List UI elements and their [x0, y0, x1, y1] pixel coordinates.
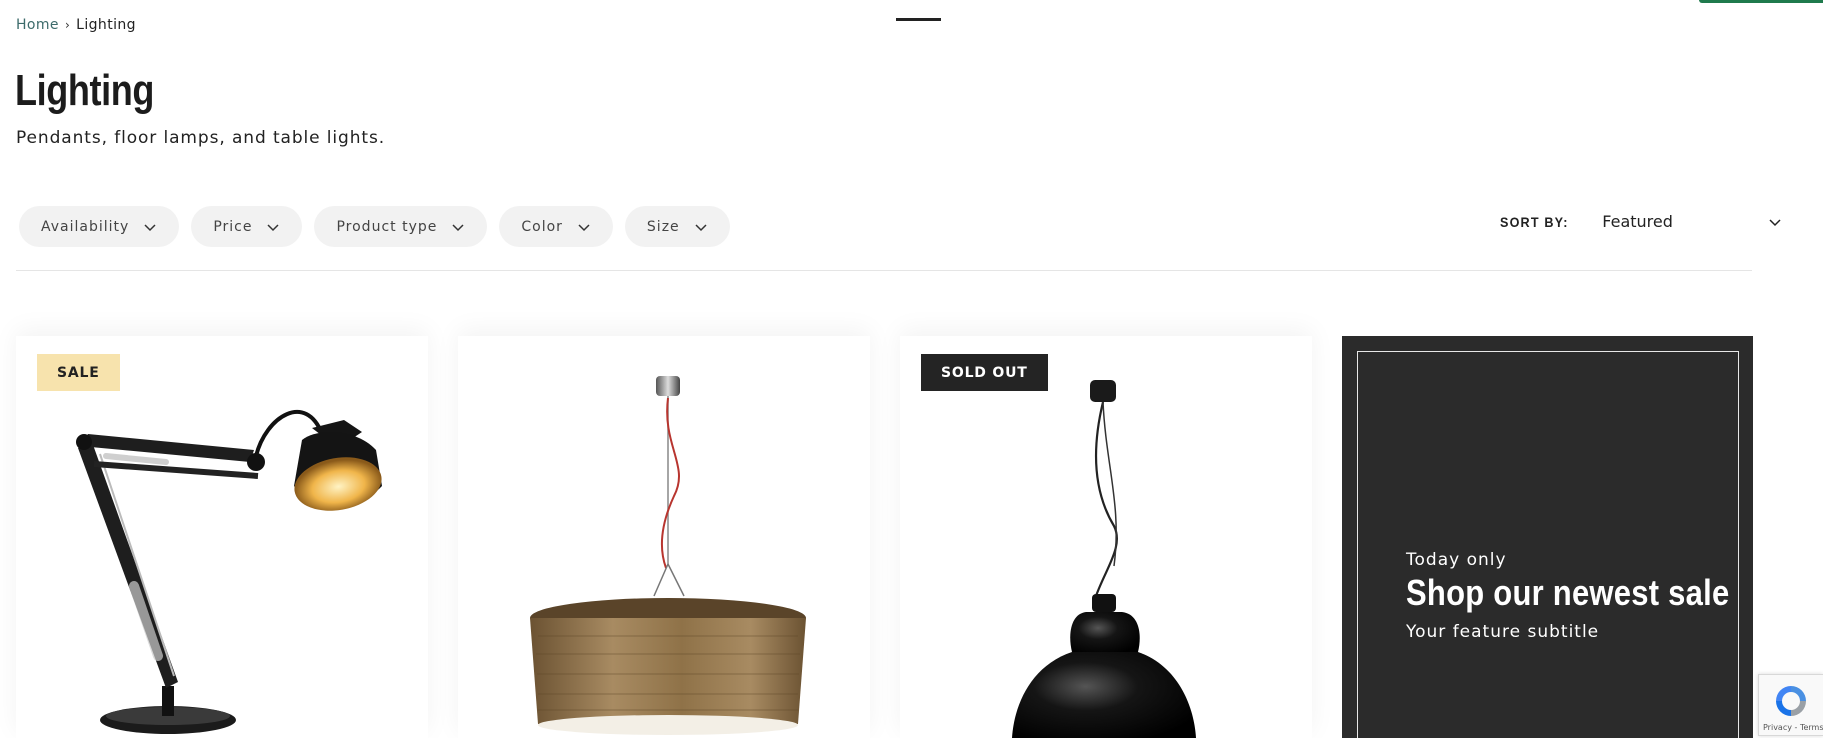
- sort-selected-value: Featured: [1602, 212, 1673, 231]
- filter-availability[interactable]: Availability: [19, 206, 180, 247]
- black-pendant-lamp-image: [1012, 380, 1196, 738]
- filter-divider: [16, 270, 1752, 271]
- breadcrumb-separator: ›: [64, 18, 71, 32]
- chevron-down-icon: [452, 223, 464, 231]
- header-accent-bar: [1699, 0, 1823, 3]
- filter-size[interactable]: Size: [624, 206, 730, 247]
- promo-title: Shop our newest sale: [1406, 572, 1730, 613]
- sort-control: SORT BY: Featured: [1500, 212, 1782, 231]
- chevron-down-icon: [144, 223, 156, 231]
- filter-product-type[interactable]: Product type: [314, 206, 488, 247]
- filter-price[interactable]: Price: [191, 206, 303, 247]
- desk-lamp-image: [76, 410, 382, 734]
- active-nav-indicator: [896, 18, 941, 21]
- promo-eyebrow: Today only: [1406, 550, 1507, 570]
- promo-tile[interactable]: Today only Shop our newest sale Your fea…: [1342, 336, 1753, 738]
- collection-description: Pendants, floor lamps, and table lights.: [16, 128, 386, 148]
- filter-label: Color: [521, 218, 563, 235]
- filter-label: Size: [646, 218, 680, 235]
- product-card[interactable]: [458, 336, 870, 738]
- sort-select[interactable]: Featured: [1602, 212, 1782, 231]
- filter-color[interactable]: Color: [499, 206, 613, 247]
- recaptcha-icon: [1776, 686, 1806, 716]
- chevron-down-icon: [1769, 218, 1781, 226]
- recaptcha-links[interactable]: Privacy - Terms: [1763, 723, 1823, 732]
- filter-label: Product type: [336, 218, 438, 235]
- sold-out-badge: SOLD OUT: [921, 354, 1048, 391]
- sort-label: SORT BY:: [1500, 213, 1569, 230]
- product-card[interactable]: SOLD OUT: [900, 336, 1312, 738]
- breadcrumb-home-link[interactable]: Home: [16, 17, 59, 33]
- page-title: Lighting: [15, 66, 154, 115]
- breadcrumb: Home › Lighting: [16, 17, 136, 33]
- filter-label: Availability: [41, 218, 130, 235]
- recaptcha-badge[interactable]: Privacy - Terms: [1758, 674, 1823, 736]
- chevron-down-icon: [267, 223, 279, 231]
- filter-bar: Availability Price Product type Color Si…: [19, 206, 730, 247]
- breadcrumb-current: Lighting: [76, 17, 136, 33]
- filter-label: Price: [213, 218, 253, 235]
- promo-frame: [1357, 351, 1739, 738]
- product-card[interactable]: SALE: [16, 336, 428, 738]
- wood-pendant-lamp-image: [530, 376, 806, 735]
- chevron-down-icon: [695, 223, 707, 231]
- chevron-down-icon: [578, 223, 590, 231]
- sale-badge: SALE: [37, 354, 120, 391]
- promo-subtitle: Your feature subtitle: [1406, 622, 1600, 642]
